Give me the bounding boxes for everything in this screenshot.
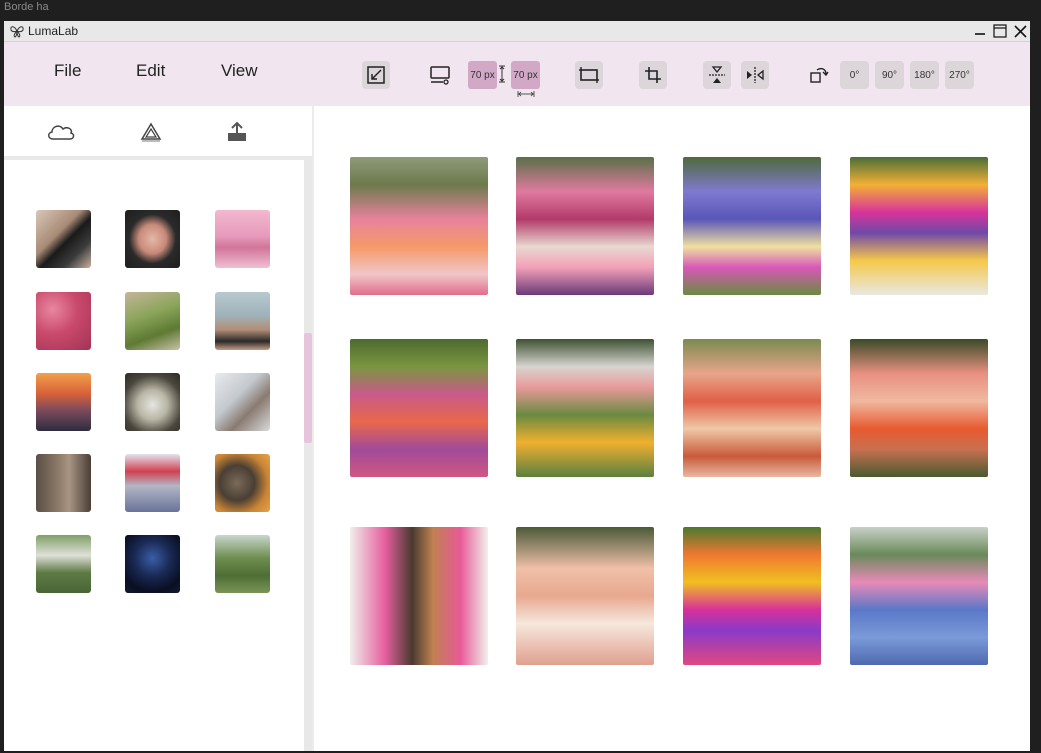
rotate-270-button[interactable]: 270° [945,61,974,89]
gallery-photo[interactable] [683,157,821,295]
tab-cloud[interactable] [46,120,76,144]
width-arrow-icon [517,91,535,97]
sidebar-thumbnail[interactable] [215,454,270,512]
menu-file[interactable]: File [54,61,81,81]
butterfly-logo-icon [10,26,24,38]
sidebar-thumbnail[interactable] [36,292,91,350]
gallery-photo[interactable] [516,339,654,477]
gallery-photo[interactable] [350,157,488,295]
link-dimensions-icon[interactable] [498,65,506,83]
outer-window-label: Borde ha [4,1,49,13]
crop-button[interactable] [639,61,667,89]
cloud-icon [48,125,75,140]
title-bar: LumaLab [4,21,1030,42]
gallery-photo[interactable] [683,527,821,665]
display-button[interactable] [426,61,454,89]
app-title: LumaLab [28,24,79,38]
menu-view[interactable]: View [221,61,258,81]
rotate-icon [810,67,829,83]
sidebar-thumbnail[interactable] [125,454,180,512]
aspect-ratio-icon [579,67,599,83]
aspect-ratio-button[interactable] [575,61,603,89]
sidebar-thumbnail[interactable] [215,535,270,593]
menu-edit[interactable]: Edit [136,61,165,81]
rotate-180-button[interactable]: 180° [910,61,939,89]
gallery-photo[interactable] [850,527,988,665]
sidebar-thumbnail[interactable] [125,292,180,350]
app-window: LumaLab File Edit View 70 px 70 px 0° 90… [4,21,1030,751]
photo-gallery [314,106,1030,751]
tab-upload[interactable] [222,120,252,144]
gallery-photo[interactable] [683,339,821,477]
resize-button[interactable] [362,61,390,89]
sidebar-thumbnail[interactable] [215,373,270,431]
sidebar-scrollbar[interactable] [304,160,312,751]
sidebar-thumbnail[interactable] [36,210,91,268]
close-icon[interactable] [1010,21,1030,41]
flip-vertical-icon [709,66,725,83]
sidebar [4,106,314,751]
gallery-photo[interactable] [350,339,488,477]
rotate-button[interactable] [805,61,833,89]
resize-icon [367,66,385,84]
gallery-photo[interactable] [516,527,654,665]
rotate-0-button[interactable]: 0° [840,61,869,89]
sidebar-scroll-thumb[interactable] [304,333,312,443]
menu-toolbar-bar: File Edit View 70 px 70 px 0° 90° 180° 2… [4,42,1030,106]
height-field[interactable]: 70 px [511,61,540,89]
gallery-photo[interactable] [850,157,988,295]
sidebar-thumbnail[interactable] [125,210,180,268]
width-field[interactable]: 70 px [468,61,497,89]
drive-icon [140,122,162,142]
flip-vertical-button[interactable] [703,61,731,89]
sidebar-thumbnail[interactable] [36,454,91,512]
sidebar-thumbnail[interactable] [36,373,91,431]
flip-horizontal-icon [747,67,764,83]
sidebar-tabs [4,106,314,160]
rotate-90-button[interactable]: 90° [875,61,904,89]
display-icon [430,66,450,85]
crop-icon [645,67,661,83]
sidebar-thumbnail[interactable] [36,535,91,593]
tab-drive[interactable] [136,120,166,144]
minimize-icon[interactable] [970,21,990,41]
sidebar-thumbnail[interactable] [215,292,270,350]
gallery-photo[interactable] [516,157,654,295]
sidebar-thumbnail[interactable] [125,535,180,593]
sidebar-thumbnail[interactable] [215,210,270,268]
sidebar-thumbnail[interactable] [125,373,180,431]
flip-horizontal-button[interactable] [741,61,769,89]
upload-icon [228,121,246,141]
gallery-photo[interactable] [350,527,488,665]
maximize-icon[interactable] [990,21,1010,41]
gallery-photo[interactable] [850,339,988,477]
